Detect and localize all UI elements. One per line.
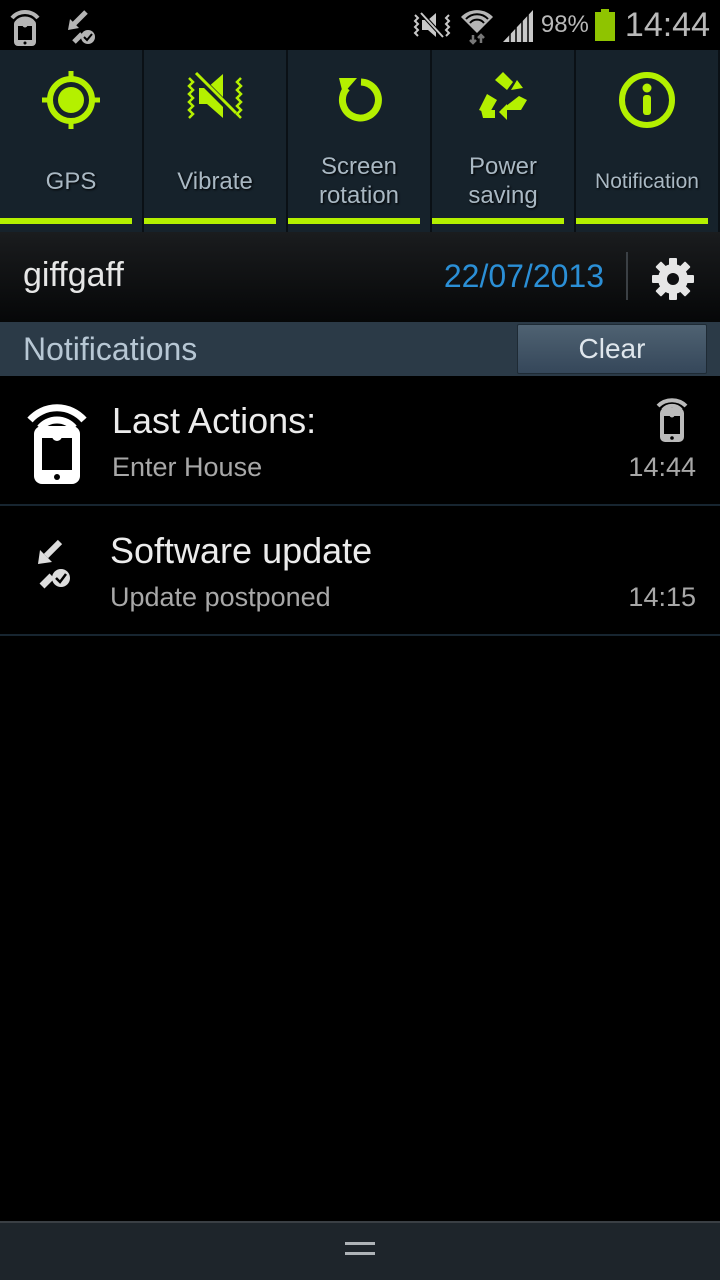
toggle-label: GPS — [45, 167, 97, 195]
notification-subtitle: Update postponed — [110, 582, 331, 612]
toggle-indicator — [144, 218, 276, 224]
toggle-indicator — [0, 218, 132, 224]
notification-time: 14:15 — [628, 582, 696, 612]
drag-handle-icon[interactable] — [345, 1242, 375, 1256]
status-clock: 14:44 — [624, 5, 710, 44]
toggle-indicator — [288, 218, 420, 224]
gps-icon — [42, 71, 100, 129]
recycle-icon — [479, 72, 527, 120]
toggle-notification[interactable]: Notification — [576, 50, 720, 232]
remote-phone-icon — [27, 404, 87, 484]
notification-title: Last Actions: — [112, 400, 317, 441]
notification-title: Software update — [110, 530, 373, 571]
notifications-header: Notifications Clear — [0, 322, 720, 376]
notification-item[interactable]: Software update Update postponed 14:15 — [0, 506, 720, 636]
battery-icon — [594, 9, 615, 41]
vibrate-icon — [187, 71, 243, 119]
notification-item[interactable]: Last Actions: Enter House 14:44 — [0, 376, 720, 506]
operator-bar: giffgaff 22/07/2013 — [0, 232, 720, 322]
toggle-label: Screen rotation — [318, 153, 400, 209]
wifi-icon — [460, 10, 493, 45]
software-update-icon — [68, 10, 95, 44]
toggle-screen-rotation[interactable]: Screen rotation — [288, 50, 432, 232]
info-icon — [619, 72, 675, 128]
carrier-name: giffgaff — [23, 256, 124, 294]
toggle-label: Power saving — [468, 153, 538, 209]
settings-gear-icon[interactable] — [648, 254, 698, 304]
clear-button[interactable]: Clear — [517, 324, 707, 374]
remote-phone-icon — [10, 10, 40, 46]
toggle-power-saving[interactable]: Power saving — [432, 50, 576, 232]
signal-icon — [502, 10, 533, 42]
software-update-icon — [38, 539, 70, 589]
status-bar: 98% 14:44 — [0, 0, 720, 50]
notification-time: 14:44 — [628, 452, 696, 482]
remote-phone-small-icon — [656, 398, 688, 442]
panel-drag-bar[interactable] — [0, 1221, 720, 1280]
notification-subtitle: Enter House — [112, 452, 263, 482]
toggle-gps[interactable]: GPS — [0, 50, 144, 232]
toggle-indicator — [432, 218, 564, 224]
mute-vibrate-icon — [413, 11, 451, 39]
rotation-icon — [338, 78, 382, 122]
toggle-indicator — [576, 218, 708, 224]
quick-settings-panel: GPS Vibrate Screen rotation Power saving… — [0, 50, 720, 232]
battery-percent: 98% — [540, 11, 589, 38]
notifications-title: Notifications — [23, 331, 198, 367]
date-label[interactable]: 22/07/2013 — [444, 258, 604, 295]
divider — [626, 252, 628, 300]
toggle-label: Notification — [595, 169, 699, 193]
toggle-label: Vibrate — [177, 167, 253, 195]
toggle-vibrate[interactable]: Vibrate — [144, 50, 288, 232]
